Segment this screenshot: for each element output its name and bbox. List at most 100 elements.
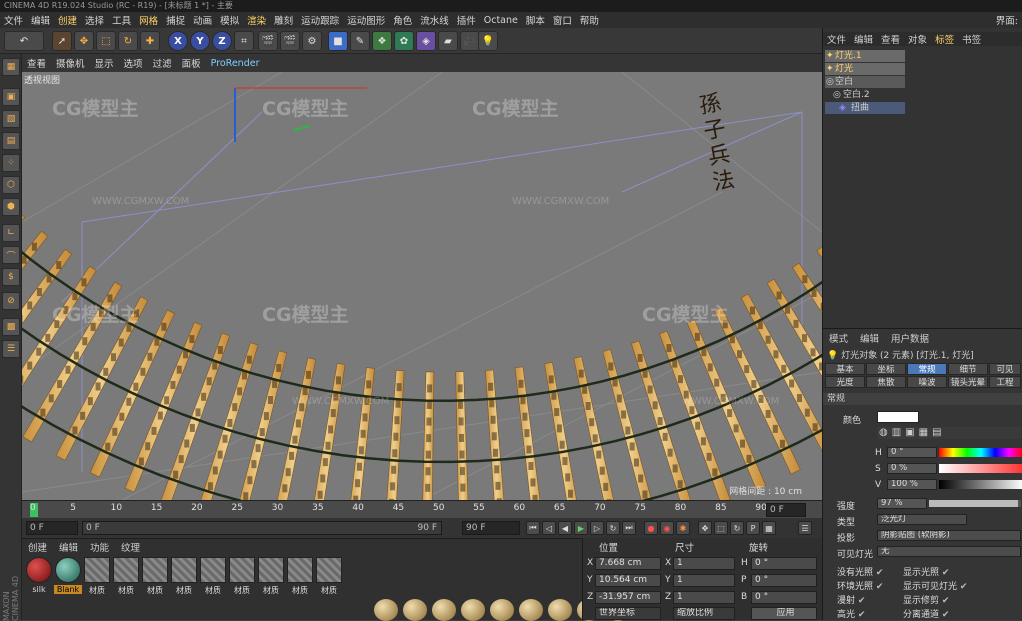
material-swatch[interactable]: [200, 557, 226, 583]
intensity-slider[interactable]: [929, 500, 1021, 507]
object-item-light[interactable]: ✦ 灯光: [825, 63, 905, 75]
axis-x-button[interactable]: X: [168, 31, 188, 51]
object-item-light1[interactable]: ✦ 灯光.1: [825, 50, 905, 62]
s-slider[interactable]: [939, 464, 1022, 473]
option-checkbox[interactable]: 分离通道 ✔: [903, 607, 949, 620]
obj-menu-objects[interactable]: 对象: [904, 32, 931, 46]
obj-menu-view[interactable]: 查看: [877, 32, 904, 46]
material-swatch[interactable]: [374, 599, 398, 621]
lock-workplane-button[interactable]: ⊘: [2, 292, 20, 310]
axis-mode-button[interactable]: ∟: [2, 224, 20, 242]
rot-p-field[interactable]: 0 °: [751, 574, 817, 587]
attr-menu-mode[interactable]: 模式: [823, 331, 854, 345]
color-wheel-icon[interactable]: ◍: [879, 427, 888, 439]
tab-basic[interactable]: 基本: [825, 363, 865, 375]
material-swatch[interactable]: [490, 599, 514, 621]
next-frame-button[interactable]: ▷: [590, 521, 604, 535]
intensity-field[interactable]: 97 %: [877, 498, 927, 509]
material-swatch[interactable]: [142, 557, 168, 583]
material-swatch[interactable]: [229, 557, 255, 583]
type-select[interactable]: 泛光灯: [877, 514, 967, 525]
key-scale-button[interactable]: ⬚: [714, 521, 728, 535]
record-button[interactable]: ●: [644, 521, 658, 535]
prev-frame-button[interactable]: ◀: [558, 521, 572, 535]
subdivision-button[interactable]: ❖: [372, 31, 392, 51]
pos-z-field[interactable]: -31.957 cm: [595, 591, 661, 604]
v-slider[interactable]: [939, 480, 1022, 489]
menu-mesh[interactable]: 网格: [135, 13, 162, 27]
tab-visibility[interactable]: 可见: [989, 363, 1021, 375]
start-frame-field[interactable]: 0 F: [26, 521, 78, 535]
layout-label[interactable]: 界面:: [992, 13, 1022, 27]
coord-mode-select[interactable]: 世界坐标: [595, 607, 661, 620]
rgb-icon[interactable]: ▦: [919, 427, 928, 439]
frame-range-slider[interactable]: 0 F 90 F: [82, 521, 442, 535]
scale-mode-select[interactable]: 缩放比例: [673, 607, 735, 620]
option-checkbox[interactable]: 没有光照 ✔: [837, 565, 883, 578]
attr-menu-userdata[interactable]: 用户数据: [885, 331, 935, 345]
tab-coord[interactable]: 坐标: [866, 363, 906, 375]
h-slider[interactable]: [939, 448, 1022, 457]
workplane-button[interactable]: ▤: [2, 132, 20, 150]
snap-button[interactable]: $: [2, 268, 20, 286]
mat-menu-edit[interactable]: 编辑: [53, 540, 84, 554]
goto-end-button[interactable]: ⏭: [622, 521, 636, 535]
spectrum-icon[interactable]: ▥: [892, 427, 901, 439]
material-swatch[interactable]: [432, 599, 456, 621]
mat-menu-texture[interactable]: 纹理: [115, 540, 146, 554]
menu-edit[interactable]: 编辑: [27, 13, 54, 27]
image-icon[interactable]: ▣: [905, 427, 914, 439]
loop-button[interactable]: ↻: [606, 521, 620, 535]
menu-motion-tracker[interactable]: 运动跟踪: [297, 13, 343, 27]
material-swatch[interactable]: [548, 599, 572, 621]
material-swatch[interactable]: [113, 557, 139, 583]
cube-button[interactable]: ■: [328, 31, 348, 51]
pos-y-field[interactable]: 10.564 cm: [595, 574, 661, 587]
option-checkbox[interactable]: 环境光照 ✔: [837, 579, 883, 592]
pen-button[interactable]: ✎: [350, 31, 370, 51]
points-mode-button[interactable]: ⁘: [2, 154, 20, 172]
apply-button[interactable]: 应用: [751, 607, 817, 620]
option-checkbox[interactable]: 显示可见灯光 ✔: [903, 579, 967, 592]
material-swatch[interactable]: [461, 599, 485, 621]
vp-menu-panel[interactable]: 面板: [177, 56, 206, 70]
extra-tool-button[interactable]: ☰: [2, 340, 20, 358]
axis-y-button[interactable]: Y: [190, 31, 210, 51]
menu-mograph[interactable]: 运动图形: [343, 13, 389, 27]
rot-h-field[interactable]: 0 °: [751, 557, 817, 570]
vp-menu-prorender[interactable]: ProRender: [206, 58, 265, 69]
menu-sculpt[interactable]: 雕刻: [270, 13, 297, 27]
menu-character[interactable]: 角色: [389, 13, 416, 27]
menu-pipeline[interactable]: 流水线: [416, 13, 453, 27]
prev-key-button[interactable]: ◁: [542, 521, 556, 535]
polygons-mode-button[interactable]: ⬢: [2, 198, 20, 216]
attr-menu-edit[interactable]: 编辑: [854, 331, 885, 345]
cloner-button[interactable]: ✿: [394, 31, 414, 51]
model-mode-button[interactable]: ▣: [2, 88, 20, 106]
menu-help[interactable]: 帮助: [576, 13, 603, 27]
tab-general[interactable]: 常规: [907, 363, 947, 375]
color-swatch[interactable]: [877, 411, 919, 423]
tab-project[interactable]: 工程: [989, 376, 1021, 388]
tab-lens-flare[interactable]: 镜头光晕: [948, 376, 988, 388]
pos-x-field[interactable]: 7.668 cm: [595, 557, 661, 570]
size-y-field[interactable]: 1: [673, 574, 735, 587]
edges-mode-button[interactable]: ⬡: [2, 176, 20, 194]
obj-menu-file[interactable]: 文件: [823, 32, 850, 46]
menu-octane[interactable]: Octane: [480, 15, 522, 26]
tab-photometric[interactable]: 光度: [825, 376, 865, 388]
tab-caustics[interactable]: 焦散: [866, 376, 906, 388]
floor-button[interactable]: ▰: [438, 31, 458, 51]
recent-tool-button[interactable]: ✚: [140, 31, 160, 51]
material-swatch[interactable]: [258, 557, 284, 583]
object-item-null[interactable]: ◎ 空白: [825, 76, 905, 88]
hsv-icon[interactable]: ▤: [932, 427, 941, 439]
menu-window[interactable]: 窗口: [549, 13, 576, 27]
move-button[interactable]: ✥: [74, 31, 94, 51]
menu-render[interactable]: 渲染: [243, 13, 270, 27]
play-button[interactable]: ▶: [574, 521, 588, 535]
menu-simulate[interactable]: 模拟: [216, 13, 243, 27]
h-field[interactable]: 0 °: [887, 447, 937, 458]
key-rotation-button[interactable]: ↻: [730, 521, 744, 535]
menu-file[interactable]: 文件: [0, 13, 27, 27]
